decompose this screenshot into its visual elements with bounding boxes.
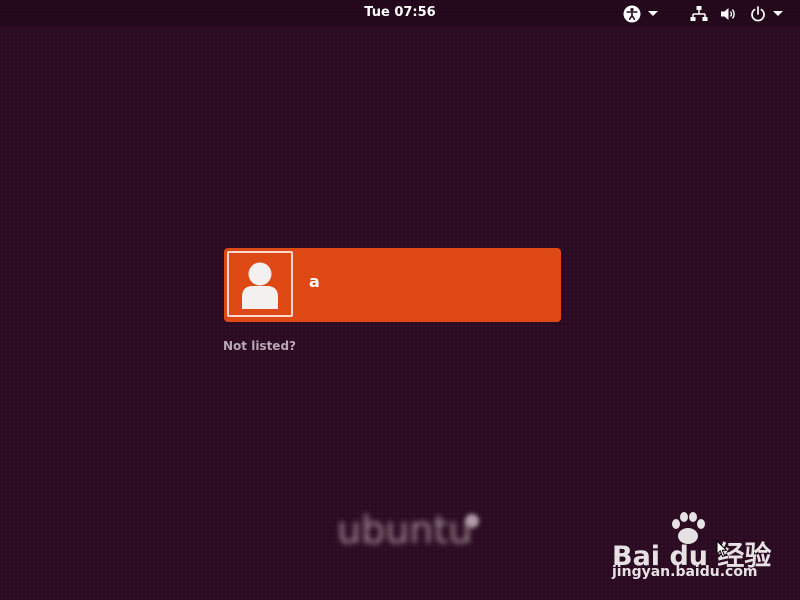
watermark: Bai du 经验 jingyan.baidu.com	[612, 512, 798, 592]
accessibility-menu[interactable]	[622, 4, 658, 23]
network-icon	[690, 5, 708, 23]
top-bar: Tue 07:56	[0, 0, 800, 27]
ubuntu-circle-icon	[465, 514, 479, 528]
clock[interactable]: Tue 07:56	[0, 5, 800, 20]
system-menu[interactable]	[690, 4, 783, 23]
accessibility-icon	[622, 4, 642, 24]
avatar	[227, 251, 293, 317]
not-listed-link[interactable]: Not listed?	[223, 339, 296, 353]
power-icon	[750, 5, 766, 22]
watermark-url: jingyan.baidu.com	[612, 564, 758, 580]
chevron-down-icon	[773, 10, 783, 17]
mouse-cursor-icon	[716, 539, 728, 562]
chevron-down-icon	[648, 10, 658, 17]
ubuntu-logo: ubuntu	[337, 508, 473, 552]
user-name: a	[309, 272, 320, 291]
volume-icon	[720, 5, 738, 23]
user-avatar-icon	[229, 253, 291, 315]
user-list-item[interactable]: a	[224, 248, 561, 322]
